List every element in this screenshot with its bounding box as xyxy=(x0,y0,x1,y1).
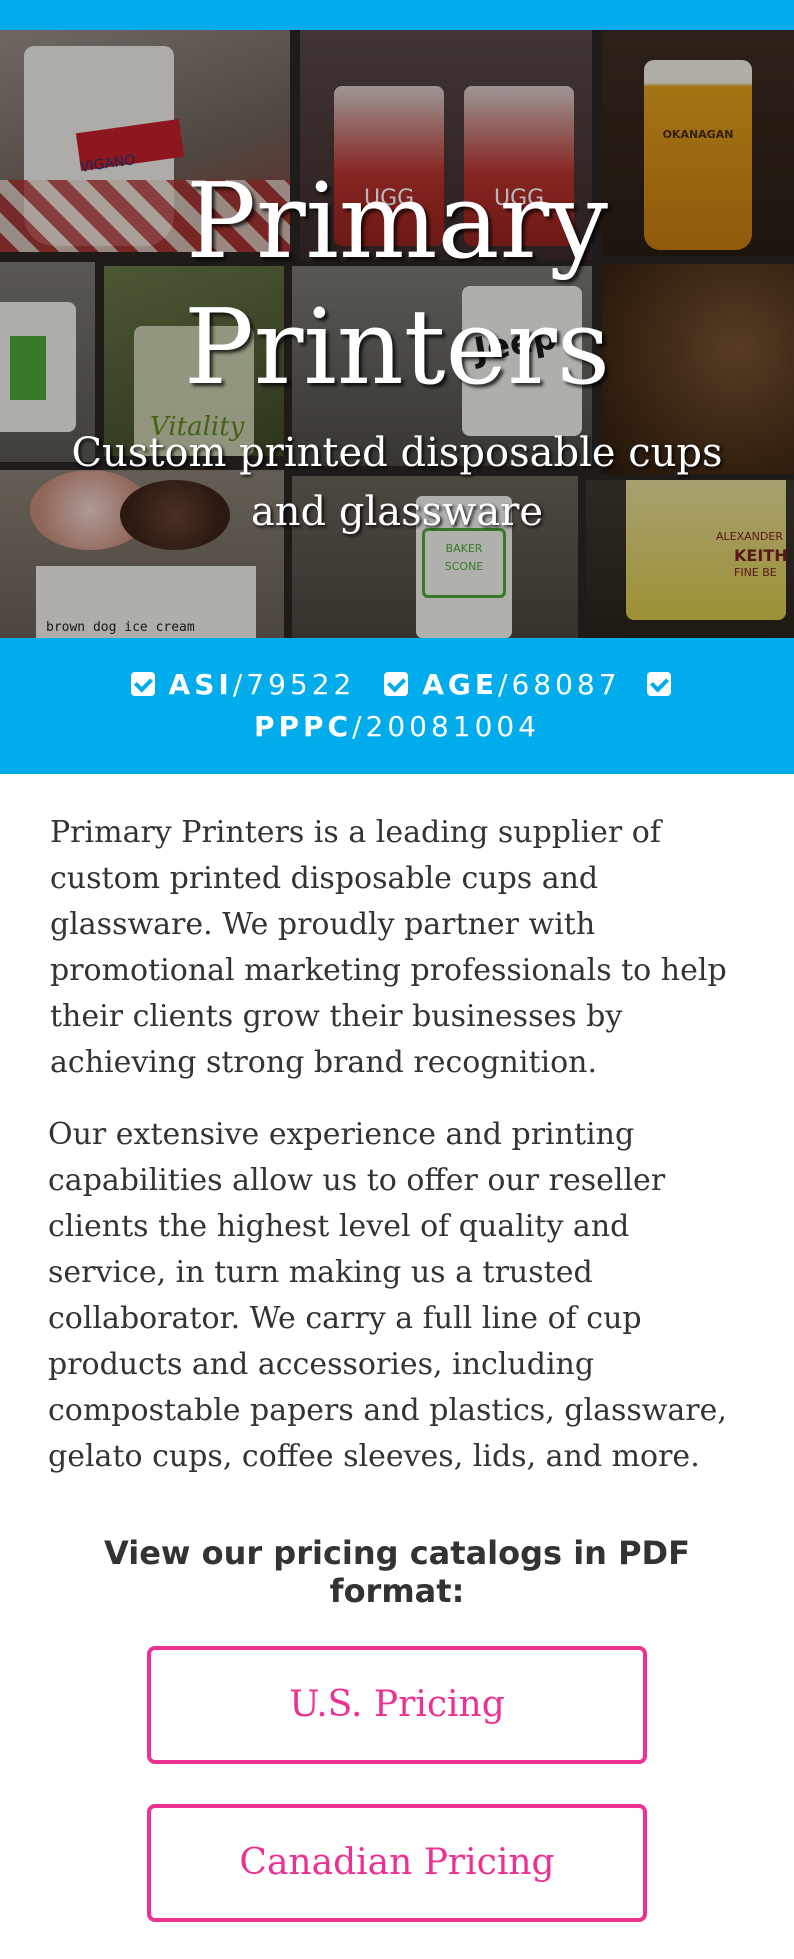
site-tagline: Custom printed disposable cups and glass… xyxy=(71,430,723,535)
certification-name: PPPC xyxy=(253,710,353,743)
certification-pppc: PPPC/20081004 xyxy=(253,710,541,743)
certification-name: AGE xyxy=(422,668,499,701)
certification-number: 79522 xyxy=(246,668,356,701)
certification-number: 68087 xyxy=(511,668,621,701)
certification-row-2: PPPC/20081004 xyxy=(0,706,794,748)
site-title-line1: Primary xyxy=(185,160,609,282)
certification-bar: ASI/79522 AGE/68087 PPPC/20081004 xyxy=(0,638,794,774)
checkbox-icon xyxy=(647,672,672,696)
site-title: Primary Printers xyxy=(0,158,794,410)
certification-asi: ASI/79522 xyxy=(130,664,356,706)
us-pricing-button[interactable]: U.S. Pricing xyxy=(147,1646,647,1764)
catalogs-heading: View our pricing catalogs in PDF format: xyxy=(104,1534,690,1610)
certification-name: ASI xyxy=(168,668,233,701)
checkbox-icon xyxy=(130,672,155,696)
canadian-pricing-button[interactable]: Canadian Pricing xyxy=(147,1804,647,1922)
site-title-line2: Printers xyxy=(183,286,611,408)
top-accent-bar xyxy=(0,0,794,30)
checkbox-icon xyxy=(384,672,409,696)
main-content: Primary Printers is a leading supplier o… xyxy=(0,774,794,1922)
intro-paragraph-2: Our extensive experience and printing ca… xyxy=(48,1117,727,1474)
certification-age: AGE/68087 xyxy=(384,664,620,706)
certification-number: 20081004 xyxy=(365,710,541,743)
hero-banner: VIGANO UGG UGG OKANAGAN Vitality Jeep br… xyxy=(0,30,794,638)
hero-text-block: Primary Printers Custom printed disposab… xyxy=(0,158,794,542)
certification-row-1: ASI/79522 AGE/68087 xyxy=(0,664,794,706)
intro-paragraph-1: Primary Printers is a leading supplier o… xyxy=(50,815,727,1080)
